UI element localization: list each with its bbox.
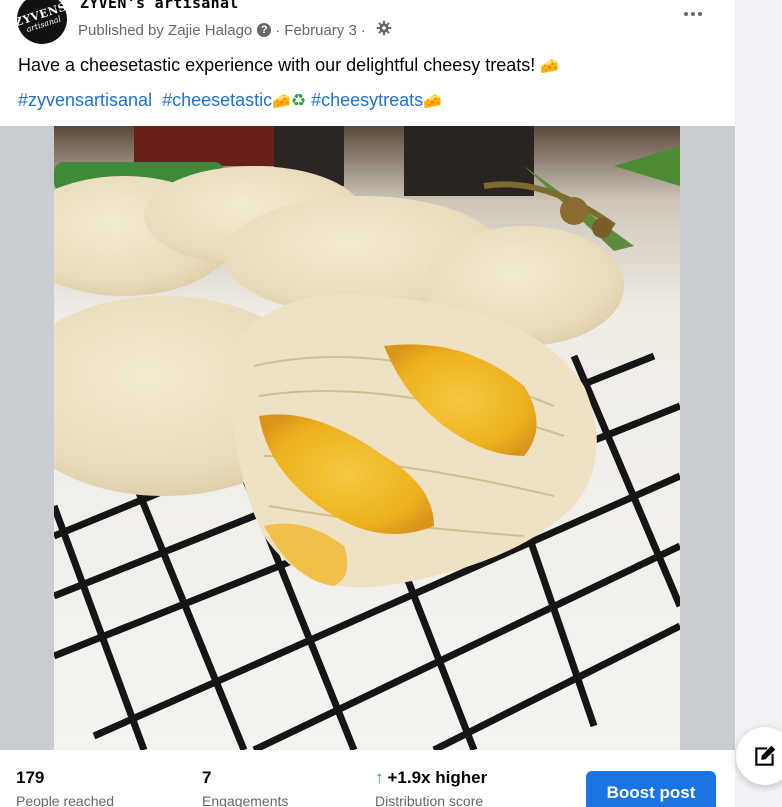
meta-separator-2: ·: [360, 21, 366, 39]
post-meta: Published by Zajie Halago ? · February 3…: [78, 20, 392, 40]
distribution-label: Distribution score: [375, 793, 484, 807]
right-scroll-area: [735, 0, 782, 807]
cheese-emoji-2: 🧀: [272, 93, 291, 110]
hashtag-zyvensartisanal[interactable]: #zyvensartisanal: [18, 90, 152, 110]
engagement-value: 7: [202, 768, 212, 787]
engagement-stat[interactable]: 7 Engagements: [202, 768, 288, 807]
distribution-value: +1.9x higher: [387, 768, 488, 787]
distribution-stat[interactable]: ↑ +1.9x higher Distribution score: [375, 768, 487, 807]
arrow-up-icon: ↑: [375, 768, 384, 787]
post-header: ZYVENS artisanal ZYVEN's artisanal Publi…: [0, 0, 735, 126]
post-insights: 179 People reached 7 Engagements ↑ +1.9x …: [0, 750, 735, 807]
meta-separator: ·: [275, 21, 281, 39]
published-by[interactable]: Published by Zajie Halago: [78, 22, 252, 39]
cheese-pastry-photo-icon: [54, 126, 680, 750]
hashtag-row: #zyvensartisanal #cheesetastic🧀♻ #cheesy…: [18, 89, 442, 113]
more-options-icon[interactable]: [676, 0, 710, 28]
hashtag-cheesetastic[interactable]: #cheesetastic: [162, 90, 272, 110]
post-media: [0, 126, 735, 750]
boost-post-button[interactable]: Boost post: [586, 771, 716, 807]
hashtag-cheesytreats[interactable]: #cheesytreats: [311, 90, 423, 110]
help-icon[interactable]: ?: [257, 23, 272, 37]
gear-icon[interactable]: [376, 20, 392, 40]
page-name[interactable]: ZYVEN's artisanal: [80, 0, 239, 12]
post-card: ZYVENS artisanal ZYVEN's artisanal Publi…: [0, 0, 735, 807]
cheese-emoji: 🧀: [540, 58, 559, 75]
recycle-emoji: ♻: [290, 91, 307, 110]
engagement-label: Engagements: [202, 793, 289, 807]
post-message: Have a cheesetastic experience with our …: [18, 54, 559, 78]
reach-stat[interactable]: 179 People reached: [16, 768, 114, 807]
post-date[interactable]: February 3: [284, 22, 357, 39]
post-message-text: Have a cheesetastic experience with our …: [18, 55, 536, 75]
post-photo[interactable]: [54, 126, 680, 750]
reach-label: People reached: [16, 793, 115, 807]
reach-value: 179: [16, 768, 45, 787]
cheese-emoji-3: 🧀: [423, 93, 442, 110]
avatar[interactable]: ZYVENS artisanal: [10, 0, 74, 51]
